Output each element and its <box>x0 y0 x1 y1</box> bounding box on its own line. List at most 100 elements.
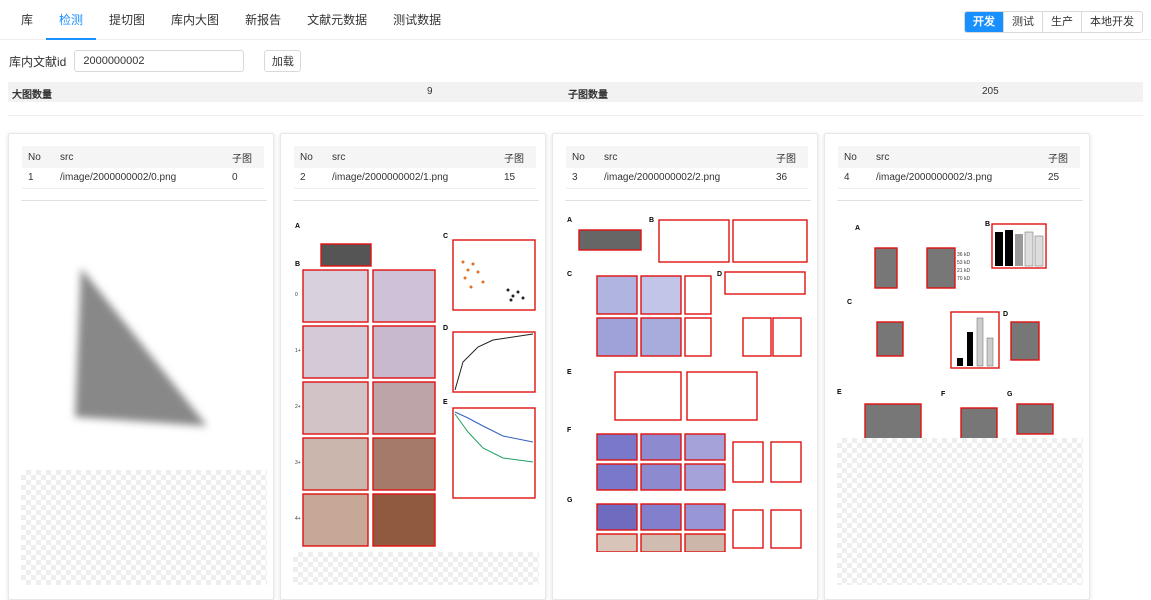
detection-box-roc <box>452 331 536 393</box>
image-card-3: No src 子图 3/image/2000000002/2.png 36 A B C… <box>552 133 818 600</box>
row-label: 4+ <box>295 516 301 522</box>
col-no: No <box>566 146 598 168</box>
western-blot <box>865 404 921 442</box>
row-label: 1+ <box>295 348 301 354</box>
card-table: No src 子图 4/image/2000000002/3.png 25 <box>838 146 1080 189</box>
western-blot <box>927 248 955 288</box>
cell-no: 4 <box>838 168 870 189</box>
detection-box-bar <box>742 317 772 357</box>
preview-separator <box>565 200 811 201</box>
row-label: 3+ <box>295 460 301 466</box>
image-preview <box>21 200 267 585</box>
panel-label-b: B <box>649 217 654 224</box>
band-label: 70 kD <box>957 276 970 282</box>
transparent-background <box>21 470 267 585</box>
panel-label-c: C <box>443 233 448 240</box>
load-button[interactable]: 加载 <box>264 50 302 72</box>
panel-label-b: B <box>295 261 300 268</box>
load-form: 库内文献id 加载 <box>0 40 1151 82</box>
stats-bar: 大图数量 9 子图数量 205 <box>8 82 1143 102</box>
detection-box-bar <box>684 275 712 315</box>
roc-curve <box>454 333 534 391</box>
panel-label-f: F <box>567 427 572 434</box>
card-table: No src 子图 2/image/2000000002/1.png 15 <box>294 146 536 189</box>
col-src: src <box>326 146 498 168</box>
col-src: src <box>598 146 770 168</box>
doc-id-input[interactable] <box>74 50 245 72</box>
sub-image-count-label: 子图数量 <box>568 90 608 101</box>
panel-label-g: G <box>1007 391 1013 398</box>
main-tabs: 库 检测 提切图 库内大图 新报告 文献元数据 测试数据 <box>0 0 454 40</box>
panel-label-d: D <box>1003 311 1008 318</box>
big-image-count-value: 9 <box>427 86 433 97</box>
detection-box-line-3 <box>614 371 682 421</box>
western-blot <box>1011 322 1039 360</box>
image-card-1: No src 子图 1/image/2000000002/0.png 0 <box>8 133 274 600</box>
cell-src: /image/2000000002/3.png <box>870 168 1042 189</box>
image-preview: A B C D E 0 1+ 2+ 3+ 4+ <box>293 200 539 585</box>
cell-no: 1 <box>22 168 54 189</box>
panel-label-a: A <box>567 217 572 224</box>
western-blot <box>875 248 897 288</box>
colony-plates <box>596 275 682 357</box>
tab-metadata[interactable]: 文献元数据 <box>294 0 380 40</box>
col-src: src <box>870 146 1042 168</box>
tab-library[interactable]: 库 <box>8 0 46 40</box>
env-local-button[interactable]: 本地开发 <box>1081 12 1142 32</box>
panel-label-a: A <box>295 223 300 230</box>
panel-label-b: B <box>985 221 990 228</box>
panel-label-d: D <box>717 271 722 278</box>
col-sub: 子图 <box>498 146 536 168</box>
panel-label-g: G <box>567 497 573 504</box>
tab-library-images[interactable]: 库内大图 <box>158 0 232 40</box>
image-preview: A B C D E F G 36 kD 53 kD 21 kD 70 kD <box>837 200 1083 585</box>
row-label: 0 <box>295 292 298 298</box>
detection-box-bar <box>770 441 802 483</box>
cell-no: 3 <box>566 168 598 189</box>
bar-chart-bars-2 <box>957 317 994 367</box>
migration-plates <box>596 433 726 552</box>
col-no: No <box>294 146 326 168</box>
env-switch: 开发 测试 生产 本地开发 <box>964 11 1143 33</box>
figure-image: A B C D E F G <box>567 217 808 552</box>
doc-id-label: 库内文献id <box>9 54 67 69</box>
preview-separator <box>293 200 539 201</box>
image-preview: A B C D E F G <box>565 200 811 585</box>
env-dev-button[interactable]: 开发 <box>965 12 1003 32</box>
tab-test-data[interactable]: 测试数据 <box>380 0 454 40</box>
table-row: 3/image/2000000002/2.png 36 <box>566 168 808 189</box>
western-blot <box>579 230 641 250</box>
detection-box-chart <box>452 239 536 311</box>
ihc-grid <box>302 269 436 547</box>
image-cards: No src 子图 1/image/2000000002/0.png 0 No src 子… <box>8 133 1151 600</box>
bar-chart-bars <box>995 230 1044 267</box>
panel-label-c: C <box>567 271 572 278</box>
col-sub: 子图 <box>226 146 264 168</box>
survival-curve-high <box>454 413 534 463</box>
cell-sub: 36 <box>770 168 808 189</box>
image-card-4: No src 子图 4/image/2000000002/3.png 25 A B C… <box>824 133 1090 600</box>
col-sub: 子图 <box>1042 146 1080 168</box>
western-blot <box>321 244 371 266</box>
band-label: 53 kD <box>957 260 970 266</box>
transparent-background <box>837 438 1083 585</box>
tab-extract[interactable]: 提切图 <box>96 0 158 40</box>
env-prod-button[interactable]: 生产 <box>1042 12 1081 32</box>
panel-label-e: E <box>837 389 842 396</box>
cell-sub: 0 <box>226 168 264 189</box>
env-test-button[interactable]: 测试 <box>1003 12 1042 32</box>
cell-no: 2 <box>294 168 326 189</box>
detection-box-bar <box>772 317 802 357</box>
cell-sub: 25 <box>1042 168 1080 189</box>
cell-src: /image/2000000002/0.png <box>54 168 226 189</box>
tab-detect[interactable]: 检测 <box>46 0 97 40</box>
western-blot <box>1017 404 1053 434</box>
detection-box-line-1 <box>658 219 730 263</box>
col-sub: 子图 <box>770 146 808 168</box>
tab-new-report[interactable]: 新报告 <box>232 0 294 40</box>
figure-image: A B C D E 0 1+ 2+ 3+ 4+ <box>295 223 536 547</box>
col-no: No <box>838 146 870 168</box>
detection-box-blot <box>724 271 806 295</box>
card-table: No src 子图 1/image/2000000002/0.png 0 <box>22 146 264 189</box>
scatter-points <box>461 260 485 289</box>
